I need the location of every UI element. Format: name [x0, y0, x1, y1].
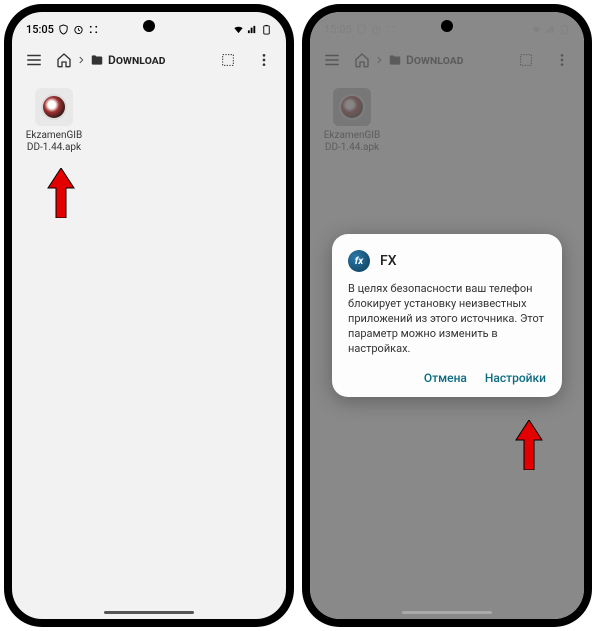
apk-file[interactable]: EkzamenGIBDD-1.44.apk — [24, 88, 84, 154]
hamburger-icon — [25, 51, 43, 69]
more-button[interactable] — [250, 46, 278, 74]
screen-left: 15:05 Download — [12, 12, 286, 619]
cancel-button[interactable]: Отмена — [424, 371, 467, 385]
breadcrumb-label: Download — [108, 53, 165, 67]
app-toolbar: Download — [12, 40, 286, 80]
home-icon — [56, 52, 72, 68]
navigation-bar[interactable] — [402, 611, 492, 614]
select-button[interactable] — [214, 46, 242, 74]
chevron-right-icon — [76, 55, 86, 65]
phone-left: 15:05 Download — [4, 4, 294, 627]
battery-icon — [261, 24, 272, 35]
annotation-arrow-right — [514, 420, 544, 470]
file-grid: EkzamenGIBDD-1.44.apk — [12, 80, 286, 162]
wifi-icon — [233, 24, 244, 35]
breadcrumb[interactable]: Download — [56, 52, 206, 68]
screen-right: 15:05 Download — [310, 12, 584, 619]
fx-app-icon: fx — [348, 250, 370, 272]
front-camera — [441, 20, 453, 32]
select-icon — [220, 52, 236, 68]
menu-button[interactable] — [20, 46, 48, 74]
dialog-title: FX — [380, 253, 397, 269]
modal-overlay[interactable]: fx FX В целях безопасности ваш телефон б… — [310, 12, 584, 619]
shield-icon — [58, 24, 69, 35]
clock: 15:05 — [26, 23, 54, 36]
navigation-bar[interactable] — [104, 611, 194, 614]
front-camera — [143, 20, 155, 32]
annotation-arrow-left — [46, 168, 76, 218]
install-blocked-dialog: fx FX В целях безопасности ваш телефон б… — [332, 234, 562, 396]
dialog-message: В целях безопасности ваш телефон блокиру… — [348, 282, 546, 356]
signal-icon — [247, 24, 258, 35]
dots-icon — [88, 24, 99, 35]
more-vert-icon — [256, 52, 272, 68]
file-name: EkzamenGIBDD-1.44.apk — [24, 130, 84, 154]
phone-right: 15:05 Download — [302, 4, 592, 627]
folder-icon — [90, 53, 104, 67]
apk-file-icon — [35, 88, 73, 126]
settings-button[interactable]: Настройки — [485, 371, 546, 385]
timer-icon — [73, 24, 84, 35]
